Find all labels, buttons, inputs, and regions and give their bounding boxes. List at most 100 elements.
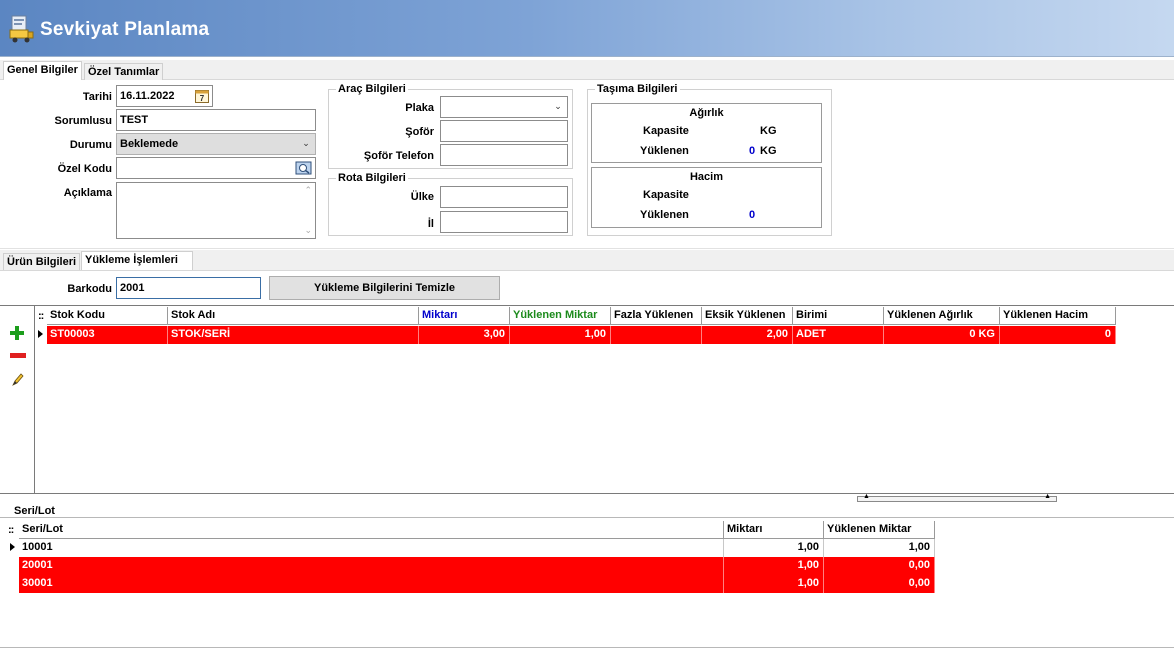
cell-serial-loaded[interactable]: 1,00 — [824, 539, 935, 557]
col-header-serial-loaded[interactable]: Yüklenen Miktar — [824, 521, 935, 539]
col-header-over-loaded[interactable]: Fazla Yüklenen — [611, 307, 702, 325]
tab-loading-operations[interactable]: Yükleme İşlemleri — [81, 251, 193, 270]
cell-loaded-weight[interactable]: 0 KG — [884, 326, 1000, 344]
driver-field[interactable] — [440, 120, 568, 142]
shipment-icon — [9, 15, 34, 43]
col-header-quantity[interactable]: Miktarı — [419, 307, 510, 325]
chevron-down-icon: ⌄ — [554, 101, 562, 111]
col-header-unit[interactable]: Birimi — [793, 307, 884, 325]
driver-label: Şoför — [405, 126, 434, 138]
calendar-icon[interactable]: 7 — [194, 88, 210, 104]
remove-icon[interactable] — [10, 353, 26, 359]
col-header-loaded-weight[interactable]: Yüklenen Ağırlık — [884, 307, 1000, 325]
city-label: İl — [427, 218, 434, 230]
cell-stock-code[interactable]: ST00003 — [47, 326, 168, 344]
weight-capacity-unit: KG — [760, 125, 777, 137]
page-title: Sevkiyat Planlama — [40, 19, 210, 40]
tab-product-info[interactable]: Ürün Bilgileri — [3, 253, 81, 270]
row-indicator-icon — [10, 543, 15, 551]
description-label: Açıklama — [63, 187, 112, 199]
barcode-field[interactable]: 2001 — [116, 277, 261, 299]
volume-title: Hacim — [689, 171, 724, 183]
cell-stock-name[interactable]: STOK/SERİ — [168, 326, 419, 344]
barcode-value: 2001 — [120, 282, 145, 294]
cell-serial-lot[interactable]: 30001 — [19, 575, 724, 593]
col-header-loaded-volume[interactable]: Yüklenen Hacim — [1000, 307, 1116, 325]
chevron-down-icon: ⌄ — [302, 138, 310, 148]
col-header-serial-quantity[interactable]: Miktarı — [724, 521, 824, 539]
serial-lot-section-label: Seri/Lot — [14, 505, 55, 517]
column-chooser-icon[interactable]: :: — [38, 310, 44, 322]
cell-serial-loaded[interactable]: 0,00 — [824, 557, 935, 575]
date-value: 16.11.2022 — [120, 90, 175, 102]
cell-loaded-volume[interactable]: 0 — [1000, 326, 1116, 344]
cell-serial-lot[interactable]: 10001 — [19, 539, 724, 557]
col-header-loaded-quantity[interactable]: Yüklenen Miktar — [510, 307, 611, 325]
route-group-title: Rota Bilgileri — [336, 172, 408, 184]
add-icon[interactable] — [10, 326, 24, 340]
row-indicator-icon — [38, 330, 43, 338]
status-dropdown[interactable]: Beklemede ⌄ — [116, 133, 316, 155]
scroll-down-icon[interactable]: ⌄ — [304, 225, 312, 236]
serial-top-border — [0, 517, 1174, 518]
weight-title: Ağırlık — [689, 107, 724, 119]
tab-special-definitions[interactable]: Özel Tanımlar — [84, 63, 164, 80]
col-header-stock-name[interactable]: Stok Adı — [168, 307, 419, 325]
column-chooser-icon[interactable]: :: — [8, 524, 14, 536]
clear-loading-info-button[interactable]: Yükleme Bilgilerini Temizle — [269, 276, 500, 300]
driver-phone-field[interactable] — [440, 144, 568, 166]
cell-serial-quantity[interactable]: 1,00 — [724, 575, 824, 593]
special-code-label: Özel Kodu — [57, 163, 112, 175]
tab-general-info[interactable]: Genel Bilgiler — [3, 61, 82, 80]
cell-loaded-quantity[interactable]: 1,00 — [510, 326, 611, 344]
driver-phone-label: Şoför Telefon — [363, 150, 434, 162]
cell-serial-lot[interactable]: 20001 — [19, 557, 724, 575]
weight-capacity-label: Kapasite — [643, 125, 689, 137]
scroll-up-icon[interactable]: ⌃ — [304, 185, 312, 196]
weight-loaded-unit: KG — [760, 145, 777, 157]
plate-label: Plaka — [405, 102, 434, 114]
cell-under-loaded[interactable]: 2,00 — [702, 326, 793, 344]
responsible-value: TEST — [120, 114, 149, 126]
country-label: Ülke — [410, 191, 434, 203]
special-code-field[interactable] — [116, 157, 316, 179]
responsible-label: Sorumlusu — [54, 115, 112, 127]
cell-serial-quantity[interactable]: 1,00 — [724, 557, 824, 575]
grid-bottom-border — [0, 493, 1174, 494]
col-header-serial-lot[interactable]: Seri/Lot — [19, 521, 724, 539]
bottom-border — [0, 647, 1174, 648]
splitter-up-icon: ▲ — [1044, 493, 1051, 500]
barcode-label: Barkodu — [67, 283, 112, 295]
city-field[interactable] — [440, 211, 568, 233]
cell-serial-quantity[interactable]: 1,00 — [724, 539, 824, 557]
top-tab-strip: Genel Bilgiler Özel Tanımlar — [0, 60, 1174, 80]
transport-group-title: Taşıma Bilgileri — [595, 83, 680, 95]
splitter-up-icon: ▲ — [863, 493, 870, 500]
bottom-tab-strip: Ürün Bilgileri Yükleme İşlemleri — [0, 250, 1174, 271]
cell-quantity[interactable]: 3,00 — [419, 326, 510, 344]
responsible-field[interactable]: TEST — [116, 109, 316, 131]
vehicle-group-title: Araç Bilgileri — [336, 83, 408, 95]
volume-loaded-value: 0 — [749, 209, 756, 221]
splitter-handle[interactable]: ▲ ▲ — [857, 493, 1057, 502]
divider — [0, 248, 1174, 249]
col-header-stock-code[interactable]: Stok Kodu — [47, 307, 168, 325]
lookup-icon[interactable] — [295, 160, 312, 176]
volume-capacity-label: Kapasite — [643, 189, 689, 201]
col-header-under-loaded[interactable]: Eksik Yüklenen — [702, 307, 793, 325]
cell-over-loaded[interactable] — [611, 326, 702, 344]
weight-loaded-label: Yüklenen — [640, 145, 689, 157]
status-value: Beklemede — [120, 138, 179, 150]
title-bar: Sevkiyat Planlama — [0, 0, 1174, 57]
weight-loaded-value: 0 — [749, 145, 756, 157]
grid-left-border — [34, 306, 35, 494]
status-label: Durumu — [69, 139, 112, 151]
edit-icon[interactable] — [11, 373, 24, 387]
description-textarea[interactable]: ⌃ ⌄ — [116, 182, 316, 239]
cell-unit[interactable]: ADET — [793, 326, 884, 344]
cell-serial-loaded[interactable]: 0,00 — [824, 575, 935, 593]
grid-top-border — [0, 305, 1174, 306]
date-label: Tarihi — [82, 91, 112, 103]
country-field[interactable] — [440, 186, 568, 208]
plate-dropdown[interactable]: ⌄ — [440, 96, 568, 118]
